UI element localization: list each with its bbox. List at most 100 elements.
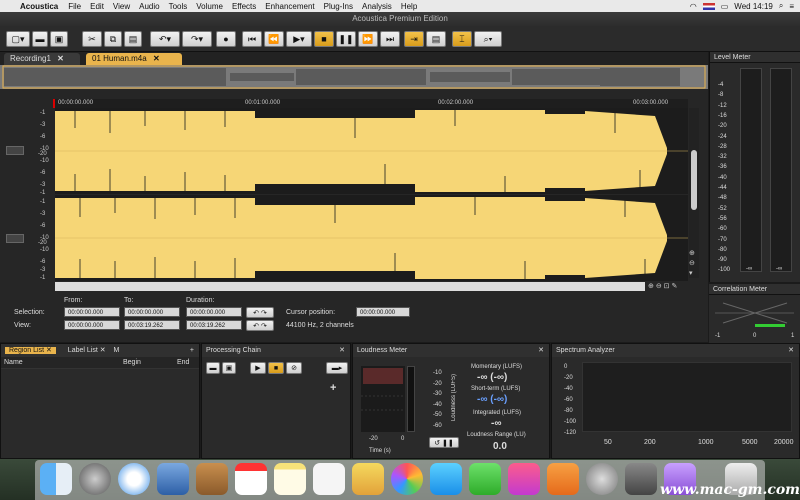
ibooks-icon[interactable] [547, 463, 579, 495]
photos-icon[interactable] [391, 463, 423, 495]
close-icon[interactable]: ✕ [153, 54, 160, 63]
menu-audio[interactable]: Audio [139, 2, 159, 11]
menu-file[interactable]: File [68, 2, 81, 11]
follow-playback-icon[interactable]: ⇥ [404, 31, 424, 47]
open-folder-icon[interactable]: ▬ [32, 31, 48, 47]
zoom-fit-icon[interactable]: ⊡ [664, 283, 670, 290]
selection-from-field[interactable]: 00:00:00.000 [64, 307, 120, 317]
play-icon[interactable]: ▶▾ [286, 31, 312, 47]
tab-label-list[interactable]: Label List ✕ [68, 347, 106, 354]
select-tool-icon[interactable]: ⌶ [452, 31, 472, 47]
save-chain-icon[interactable]: ▣ [222, 362, 236, 374]
view-undo-redo-icon[interactable]: ↶ ↷ [246, 320, 274, 331]
channel-1-toggle-icon[interactable] [6, 146, 24, 155]
view-from-field[interactable]: 00:00:00.000 [64, 320, 120, 330]
app-icon[interactable] [625, 463, 657, 495]
tab-markers[interactable]: M [114, 347, 120, 354]
reminders-icon[interactable] [313, 463, 345, 495]
mail-icon[interactable] [157, 463, 189, 495]
menu-enhancement[interactable]: Enhancement [265, 2, 314, 11]
loudness-reset-pause-icon[interactable]: ↺ ❚❚ [429, 437, 459, 448]
wrench-icon[interactable]: ✎ [671, 283, 677, 290]
cursor-position-field[interactable]: 00:00:00.000 [356, 307, 410, 317]
waveform-channel-left[interactable] [55, 108, 688, 194]
preview-icon[interactable] [352, 463, 384, 495]
tab-region-list[interactable]: Region List ✕ [5, 347, 56, 354]
channel-2-toggle-icon[interactable] [6, 234, 24, 243]
zoom-tool-icon[interactable]: ⌕▾ [474, 31, 502, 47]
view-duration-field[interactable]: 00:03:19.262 [186, 320, 242, 330]
tab-01-human[interactable]: 01 Human.m4a ✕ [86, 53, 182, 65]
waveform-channel-right[interactable] [55, 195, 688, 281]
zoom-out-icon[interactable]: ⊖ [689, 259, 699, 268]
column-name[interactable]: Name [4, 359, 23, 366]
zoom-in-icon[interactable]: ⊕ [689, 249, 699, 258]
menu-view[interactable]: View [113, 2, 130, 11]
calendar-icon[interactable] [235, 463, 267, 495]
list-icon[interactable]: ≡ [789, 2, 794, 11]
search-icon[interactable]: ⌕ [779, 1, 783, 11]
play-chain-icon[interactable]: ▶ [250, 362, 266, 374]
tab-recording1[interactable]: Recording1 ✕ [4, 53, 80, 65]
record-icon[interactable]: ● [216, 31, 236, 47]
flag-icon[interactable] [702, 2, 715, 10]
go-start-icon[interactable]: ⏮ [242, 31, 262, 47]
add-effect-icon[interactable]: + [330, 382, 336, 394]
clock[interactable]: Wed 14:19 [734, 2, 773, 11]
system-preferences-icon[interactable] [586, 463, 618, 495]
view-to-field[interactable]: 00:03:19.262 [124, 320, 180, 330]
scroll-down-icon[interactable]: ▾ [689, 269, 699, 278]
open-chain-icon[interactable]: ▬ [206, 362, 220, 374]
close-icon[interactable]: ✕ [538, 344, 544, 357]
apply-chain-icon[interactable]: ▬▸ [326, 362, 348, 374]
column-end[interactable]: End [177, 359, 189, 366]
new-file-icon[interactable]: ▢▾ [6, 31, 30, 47]
playhead-marker[interactable] [53, 99, 55, 108]
messages-icon[interactable] [430, 463, 462, 495]
finder-icon[interactable] [40, 463, 72, 495]
add-icon[interactable]: + [190, 344, 194, 357]
rewind-icon[interactable]: ⏪ [264, 31, 284, 47]
fast-forward-icon[interactable]: ⏩ [358, 31, 378, 47]
close-icon[interactable]: ✕ [339, 344, 345, 357]
cut-icon[interactable]: ✂ [82, 31, 102, 47]
paste-icon[interactable]: ▤ [124, 31, 142, 47]
menu-effects[interactable]: Effects [232, 2, 256, 11]
stop-chain-icon[interactable]: ■ [268, 362, 284, 374]
waveform-overview[interactable] [0, 65, 708, 89]
contacts-icon[interactable] [196, 463, 228, 495]
pause-icon[interactable]: ❚❚ [336, 31, 356, 47]
close-icon[interactable]: ✕ [788, 344, 794, 357]
notes-icon[interactable] [274, 463, 306, 495]
scroll-thumb[interactable] [691, 150, 697, 210]
selection-duration-field[interactable]: 00:00:00.000 [186, 307, 242, 317]
copy-icon[interactable]: ⧉ [104, 31, 122, 47]
time-ruler[interactable]: 00:00:00.000 00:01:00.000 00:02:00.000 0… [55, 99, 688, 108]
menu-plugins[interactable]: Plug-Ins [324, 2, 353, 11]
stop-icon[interactable]: ■ [314, 31, 334, 47]
zoom-in-icon[interactable]: ⊕ [648, 283, 654, 290]
menu-help[interactable]: Help [401, 2, 417, 11]
undo-icon[interactable]: ↶▾ [150, 31, 180, 47]
zoom-out-icon[interactable]: ⊖ [656, 283, 662, 290]
selection-to-field[interactable]: 00:00:00.000 [124, 307, 180, 317]
bypass-chain-icon[interactable]: ⊘ [286, 362, 302, 374]
go-end-icon[interactable]: ⏭ [380, 31, 400, 47]
menu-edit[interactable]: Edit [90, 2, 104, 11]
facetime-icon[interactable] [469, 463, 501, 495]
wifi-icon[interactable]: ◠ [690, 2, 697, 11]
redo-icon[interactable]: ↷▾ [182, 31, 212, 47]
safari-icon[interactable] [118, 463, 150, 495]
horizontal-scrollbar[interactable] [55, 282, 645, 291]
selection-undo-redo-icon[interactable]: ↶ ↷ [246, 307, 274, 318]
close-icon[interactable]: ✕ [57, 54, 64, 63]
menu-tools[interactable]: Tools [169, 2, 188, 11]
itunes-icon[interactable] [508, 463, 540, 495]
menu-analysis[interactable]: Analysis [362, 2, 392, 11]
save-icon[interactable]: ▣ [50, 31, 68, 47]
launchpad-icon[interactable] [79, 463, 111, 495]
display-icon[interactable]: ▭ [721, 2, 729, 11]
menu-volume[interactable]: Volume [196, 2, 223, 11]
column-begin[interactable]: Begin [123, 359, 141, 366]
app-menu[interactable]: Acoustica [20, 2, 58, 11]
